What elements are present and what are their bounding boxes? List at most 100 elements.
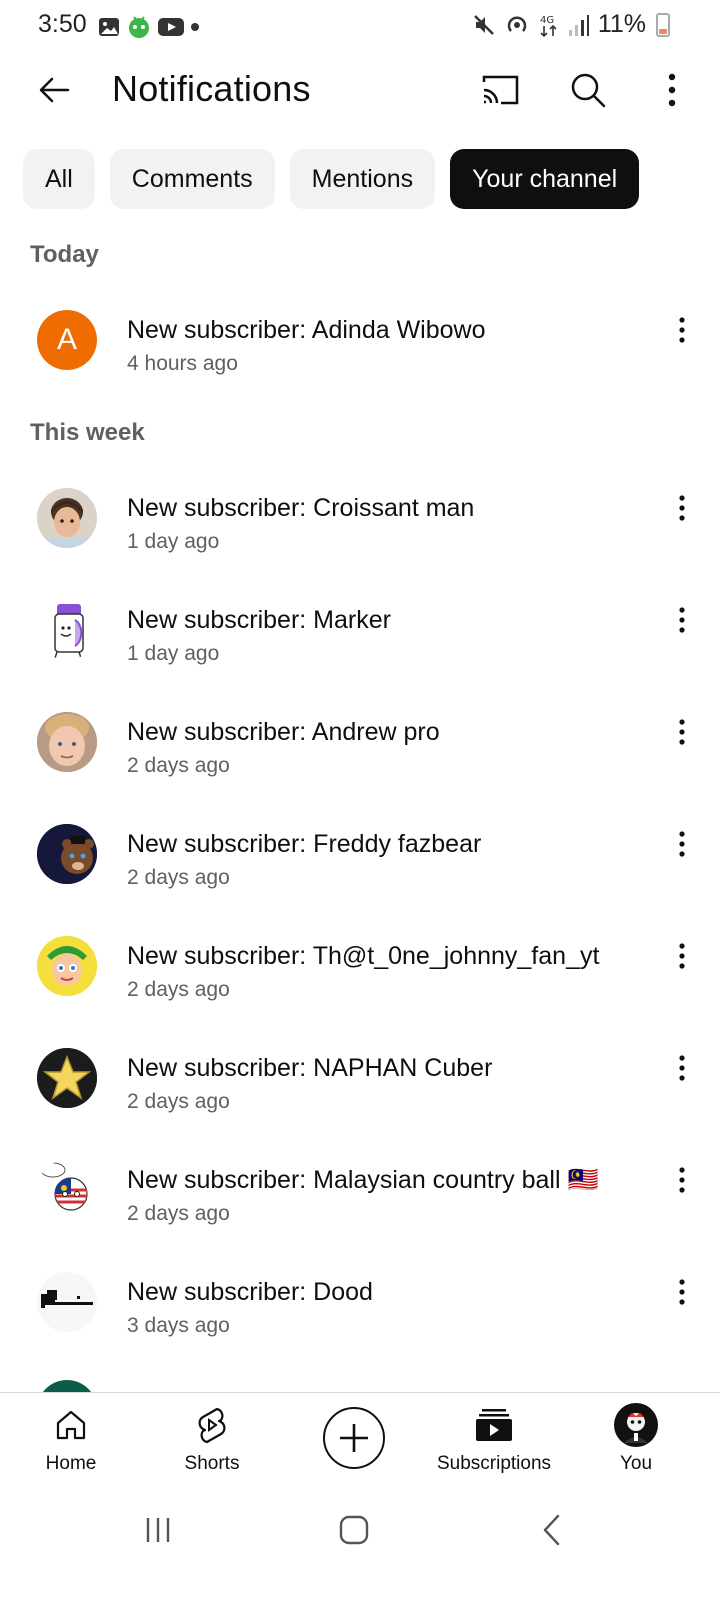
notification-more-button[interactable] (664, 602, 700, 638)
cast-button[interactable] (476, 66, 524, 114)
chip-all[interactable]: All (23, 149, 95, 209)
notification-time: 1 day ago (127, 530, 220, 553)
plus-icon (340, 1424, 368, 1452)
nav-shorts-label: Shorts (184, 1453, 240, 1474)
app-bar: Notifications (0, 52, 720, 128)
section-header-this-week: This week (30, 419, 145, 446)
status-time: 3:50 (38, 10, 87, 38)
marker-character-avatar (37, 600, 97, 660)
notification-title: New subscriber: NAPHAN Cuber (127, 1054, 493, 1082)
back-button[interactable] (30, 66, 78, 114)
notification-more-button[interactable] (664, 1162, 700, 1198)
status-right-icons: 4G 11% (472, 10, 670, 39)
network-4g-icon: 4G (540, 15, 557, 37)
notification-time: 2 days ago (127, 978, 230, 1001)
notification-item[interactable]: New subscriber: NAPHAN Cuber 2 days ago (0, 1048, 720, 1148)
home-square-icon (339, 1515, 369, 1545)
notification-title: New subscriber: Croissant man (127, 494, 475, 522)
nav-you[interactable]: You (566, 1393, 706, 1489)
more-vert-icon (679, 1055, 685, 1081)
notification-item[interactable]: New subscriber: Freddy fazbear 2 days ag… (0, 824, 720, 924)
notification-item[interactable]: A New subscriber: Adinda Wibowo 4 hours … (0, 310, 720, 410)
nav-subscriptions-label: Subscriptions (436, 1453, 552, 1474)
chevron-left-icon (543, 1514, 560, 1546)
notification-title: New subscriber: Th@t_0ne_johnny_fan_yt (127, 942, 600, 970)
more-vert-icon (679, 317, 685, 343)
notification-item[interactable]: New subscriber: Croissant man 1 day ago (0, 488, 720, 588)
notification-title: New subscriber: Freddy fazbear (127, 830, 482, 858)
notification-title: New subscriber: Marker (127, 606, 391, 634)
status-bar: 3:50 4G 11% (0, 0, 720, 52)
more-vert-icon (679, 719, 685, 745)
notification-more-button[interactable] (664, 490, 700, 526)
notification-title: New subscriber: Malaysian country ball 🇲… (127, 1166, 599, 1194)
shorts-icon (195, 1405, 229, 1445)
nav-shorts[interactable]: Shorts (142, 1393, 282, 1489)
notification-more-button[interactable] (664, 826, 700, 862)
notification-item[interactable]: New subscriber: Malaysian country ball 🇲… (0, 1160, 720, 1260)
more-vert-icon (679, 607, 685, 633)
more-vert-icon (679, 495, 685, 521)
page-title: Notifications (112, 68, 311, 109)
freddy-avatar (37, 824, 97, 884)
recent-apps-icon (146, 1518, 170, 1542)
notification-title: New subscriber: Andrew pro (127, 718, 440, 746)
notification-more-button[interactable] (664, 714, 700, 750)
notification-more-button[interactable] (664, 938, 700, 974)
star-avatar (37, 1048, 97, 1108)
photo-avatar-kid (37, 488, 97, 548)
recent-apps-button[interactable] (128, 1510, 188, 1550)
subscriptions-icon (474, 1405, 514, 1445)
more-vert-icon (679, 1279, 685, 1305)
app-notification-icon (129, 16, 149, 38)
nav-home[interactable]: Home (1, 1393, 141, 1489)
avatar: A (37, 310, 97, 370)
chip-mentions[interactable]: Mentions (289, 149, 436, 209)
gallery-icon (99, 18, 119, 36)
notification-title: New subscriber: Adinda Wibowo (127, 316, 486, 344)
notification-more-button[interactable] (664, 1050, 700, 1086)
notification-time: 2 days ago (127, 866, 230, 889)
filter-chips: All Comments Mentions Your channel (23, 149, 640, 209)
notification-more-button[interactable] (664, 312, 700, 348)
notification-item[interactable]: New subscriber: Andrew pro 2 days ago (0, 712, 720, 812)
bottom-nav: Home Shorts Subscriptions You (0, 1392, 720, 1488)
notification-time: 3 days ago (127, 1314, 230, 1337)
system-nav-bar (0, 1488, 720, 1600)
chip-comments[interactable]: Comments (109, 149, 275, 209)
more-vert-icon (679, 943, 685, 969)
more-options-button[interactable] (648, 66, 696, 114)
status-left-icons (98, 14, 200, 40)
signal-icon (568, 14, 589, 36)
nav-home-label: Home (45, 1453, 97, 1474)
search-button[interactable] (564, 66, 612, 114)
chip-your-channel[interactable]: Your channel (450, 149, 640, 209)
back-system-button[interactable] (522, 1510, 582, 1550)
battery-percent: 11% (597, 10, 646, 38)
search-icon (571, 73, 606, 108)
notification-item[interactable]: New subscriber: Dood 3 days ago (0, 1272, 720, 1372)
home-icon (54, 1405, 88, 1445)
home-system-button[interactable] (324, 1510, 384, 1550)
notification-time: 2 days ago (127, 1202, 230, 1225)
nav-subscriptions[interactable]: Subscriptions (424, 1393, 564, 1489)
more-vert-icon (679, 831, 685, 857)
notification-item[interactable]: New subscriber: Th@t_0ne_johnny_fan_yt 2… (0, 936, 720, 1036)
notification-title: New subscriber: Dood (127, 1278, 373, 1306)
notification-time: 4 hours ago (127, 352, 238, 375)
dot-icon (191, 23, 199, 31)
notification-item[interactable]: New subscriber: Marker 1 day ago (0, 600, 720, 700)
section-header-today: Today (30, 241, 99, 268)
svg-text:4G: 4G (540, 15, 554, 26)
more-vert-icon (679, 1167, 685, 1193)
youtube-status-icon (158, 18, 184, 36)
cast-icon (482, 75, 519, 105)
notification-time: 1 day ago (127, 642, 220, 665)
notification-more-button[interactable] (664, 1274, 700, 1310)
nav-you-label: You (619, 1453, 653, 1474)
countryball-avatar (37, 1160, 97, 1220)
notification-time: 2 days ago (127, 1090, 230, 1113)
you-avatar-icon (614, 1403, 658, 1447)
notification-time: 2 days ago (127, 754, 230, 777)
create-button[interactable] (323, 1407, 385, 1469)
